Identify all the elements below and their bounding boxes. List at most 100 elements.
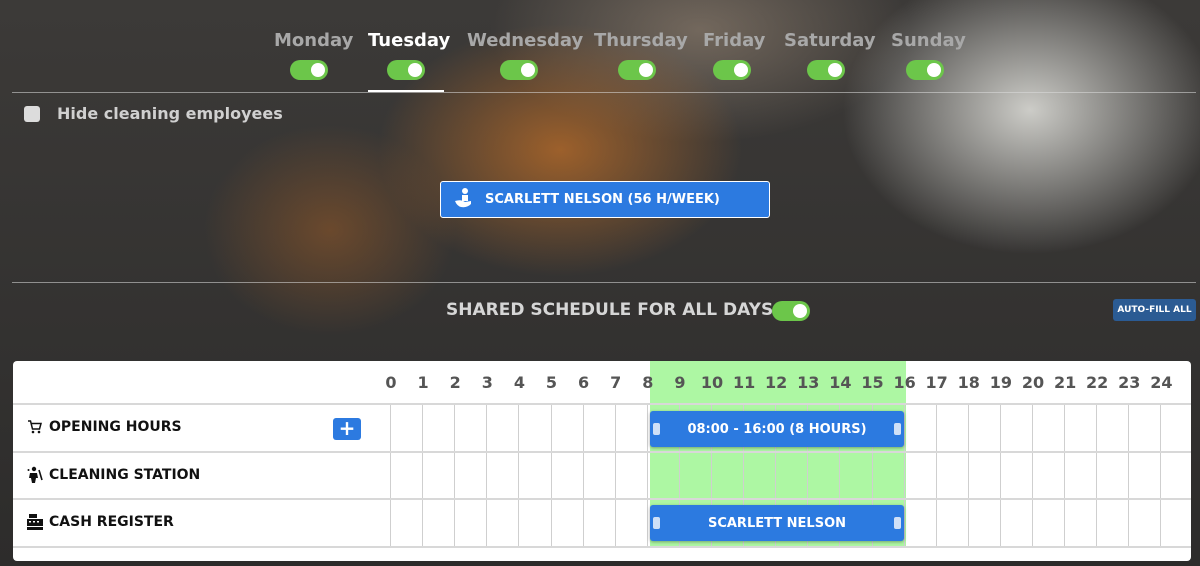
hour-label: 3	[481, 373, 493, 392]
hour-column-line	[967, 405, 969, 547]
day-toggle-sunday[interactable]	[906, 60, 944, 80]
opening-hours-bar[interactable]: 08:00 - 16:00 (8 HOURS)	[650, 411, 904, 447]
shift-bar-label: SCARLETT NELSON	[707, 515, 847, 531]
hour-label: 24	[1150, 373, 1173, 392]
shared-schedule-label: SHARED SCHEDULE FOR ALL DAYS	[446, 300, 774, 320]
resize-handle-right[interactable]	[894, 517, 901, 529]
cart-icon	[25, 419, 45, 435]
row-divider	[13, 451, 1191, 453]
day-tabs: Monday Tuesday Wednesday Thursday Friday…	[0, 30, 1200, 94]
tab-sunday[interactable]: Sunday	[891, 30, 966, 84]
cash-register-icon	[25, 513, 45, 531]
hour-label: 17	[925, 373, 948, 392]
tab-label: Wednesday	[467, 30, 584, 51]
hour-label: 11	[732, 373, 756, 392]
divider	[12, 92, 1196, 93]
row-divider	[13, 546, 1191, 548]
hour-column-line	[1064, 405, 1066, 547]
hour-column-line	[1096, 405, 1098, 547]
row-label-cleaning-station: CLEANING STATION	[49, 467, 201, 483]
hour-label: 9	[674, 373, 686, 392]
hour-label: 21	[1053, 373, 1077, 392]
hour-label: 12	[765, 373, 788, 392]
hour-label: 6	[578, 373, 590, 392]
hour-label: 5	[545, 373, 558, 392]
hour-column-line	[1160, 405, 1162, 547]
day-toggle-wednesday[interactable]	[500, 60, 538, 80]
hide-cleaning-row[interactable]: Hide cleaning employees	[24, 104, 283, 123]
row-opening-hours: OPENING HOURS	[25, 419, 182, 435]
day-toggle-saturday[interactable]	[807, 60, 845, 80]
row-label-cash-register: CASH REGISTER	[49, 514, 174, 530]
tab-monday[interactable]: Monday	[274, 30, 354, 84]
hour-label: 0	[385, 373, 397, 392]
toggle-knob	[734, 63, 748, 77]
opening-hours-bar-label: 08:00 - 16:00 (8 HOURS)	[687, 421, 867, 437]
employee-chip-label: SCARLETT NELSON (56 H/WEEK)	[485, 192, 720, 207]
tab-friday[interactable]: Friday	[703, 30, 766, 84]
resize-handle-left[interactable]	[653, 517, 660, 529]
cleaning-person-icon	[453, 187, 475, 213]
hour-label: 10	[700, 373, 724, 392]
hour-label: 8	[642, 373, 654, 392]
hour-label: 19	[989, 373, 1013, 392]
hour-label: 15	[861, 373, 884, 392]
hour-column-line	[614, 405, 616, 547]
hour-column-line	[454, 405, 456, 547]
hide-cleaning-label: Hide cleaning employees	[57, 104, 283, 123]
hour-label: 13	[797, 373, 820, 392]
hour-label: 22	[1086, 373, 1109, 392]
hour-label: 20	[1021, 373, 1045, 392]
toggle-knob	[793, 304, 807, 318]
resize-handle-left[interactable]	[653, 423, 660, 435]
hour-column-line	[486, 405, 488, 547]
auto-fill-all-button[interactable]: AUTO-FILL ALL	[1113, 299, 1196, 321]
day-toggle-thursday[interactable]	[618, 60, 656, 80]
day-toggle-monday[interactable]	[290, 60, 328, 80]
shift-bar-scarlett-nelson[interactable]: SCARLETT NELSON	[650, 505, 904, 541]
schedule-grid: 0 1 2 3 4 5 6 7 8 9 10 11 12 13 14 15 16 17 18 19 20 21 22 23 24…	[13, 361, 1191, 561]
toggle-knob	[521, 63, 535, 77]
row-cleaning-station: CLEANING STATION	[25, 466, 200, 484]
toggle-knob	[927, 63, 941, 77]
row-divider	[13, 498, 1191, 500]
resize-handle-right[interactable]	[894, 423, 901, 435]
toggle-knob	[828, 63, 842, 77]
add-opening-hours-button[interactable]: +	[333, 418, 361, 440]
hour-label: 4	[513, 373, 525, 392]
employee-chip[interactable]: SCARLETT NELSON (56 H/WEEK)	[440, 181, 770, 218]
hour-column-line	[582, 405, 584, 547]
toggle-knob	[639, 63, 653, 77]
hour-label: 18	[957, 373, 980, 392]
hour-label: 14	[829, 373, 852, 392]
hour-column-line	[550, 405, 552, 547]
tab-saturday[interactable]: Saturday	[784, 30, 876, 84]
toggle-knob	[311, 63, 325, 77]
shared-schedule-row: SHARED SCHEDULE FOR ALL DAYS	[0, 298, 1200, 324]
hide-cleaning-checkbox[interactable]	[24, 105, 40, 122]
row-cash-register: CASH REGISTER	[25, 513, 174, 531]
row-divider	[13, 403, 1191, 405]
tab-thursday[interactable]: Thursday	[594, 30, 688, 84]
hour-column-line	[646, 405, 648, 547]
cleaning-icon	[25, 466, 45, 484]
hour-label: 2	[449, 373, 461, 392]
tab-label: Monday	[274, 30, 354, 51]
hour-label: 1	[417, 373, 429, 392]
hour-column-line	[422, 405, 424, 547]
toggle-knob	[408, 63, 422, 77]
tab-tuesday[interactable]: Tuesday	[368, 30, 451, 92]
row-label-opening-hours: OPENING HOURS	[49, 419, 182, 435]
hour-column-line	[518, 405, 520, 547]
shared-schedule-toggle[interactable]	[772, 301, 810, 321]
tab-label: Friday	[703, 30, 766, 51]
hour-label: 23	[1118, 373, 1141, 392]
hour-label: 16	[893, 373, 916, 392]
hour-column-line	[935, 405, 937, 547]
divider	[12, 282, 1196, 283]
tab-label: Saturday	[784, 30, 876, 51]
day-toggle-tuesday[interactable]	[387, 60, 425, 80]
tab-wednesday[interactable]: Wednesday	[467, 30, 584, 84]
tab-label: Tuesday	[368, 30, 451, 51]
day-toggle-friday[interactable]	[713, 60, 751, 80]
